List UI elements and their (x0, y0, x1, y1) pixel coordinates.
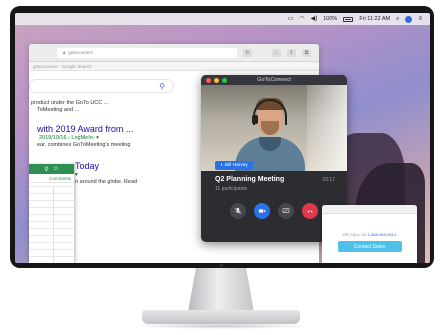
browser-toolbar: 🔒︎ gotoconnect ↻ ↓ ⇪ ⧉ (29, 44, 319, 62)
lock-icon: 🔒︎ (63, 50, 66, 55)
imac-display: ▭ ◠ ◀) 100% Fri 11:22 AM ⌕ ≡ 🔒︎ gotoconn… (0, 0, 442, 335)
airplay-icon[interactable]: ▭ (288, 16, 294, 22)
user-avatar[interactable] (405, 15, 413, 23)
video-background-window (307, 85, 347, 171)
sales-phone-link[interactable]: 1-888-646-0014 (368, 232, 396, 237)
monitor-stand-base (142, 310, 300, 324)
participant-count[interactable]: 11 participants (215, 186, 247, 192)
macos-menubar: ▭ ◠ ◀) 100% Fri 11:22 AM ⌕ ≡ (15, 13, 430, 25)
search-icon[interactable]: ⚲ (44, 166, 48, 173)
menubar-clock[interactable]: Fri 11:22 AM (359, 16, 390, 22)
stand-shadow (130, 323, 312, 329)
call-titlebar: GoToConnect (201, 75, 347, 85)
user-circle-icon[interactable]: ☺ (53, 166, 59, 172)
call-duration: 03:17 (322, 177, 335, 183)
headset-icon (253, 99, 287, 125)
share-icon[interactable]: ⇪ (287, 48, 296, 57)
wifi-icon[interactable]: ◠ (299, 16, 304, 22)
monitor-camera (220, 264, 223, 267)
address-bar[interactable]: 🔒︎ gotoconnect (57, 47, 237, 58)
battery-icon[interactable] (343, 16, 354, 22)
tabs-icon[interactable]: ⧉ (302, 48, 311, 57)
video-camera-icon[interactable] (254, 203, 270, 219)
call-window-title: GoToConnect (257, 77, 291, 83)
meeting-title: Q2 Planning Meeting (215, 176, 285, 183)
address-text: gotoconnect (68, 50, 93, 55)
speaker-name-badge: ◖ Bill Harvey (215, 161, 253, 170)
mic-off-icon[interactable] (230, 203, 246, 219)
notification-center-icon[interactable]: ≡ (418, 16, 422, 22)
calendar-grid (29, 186, 74, 263)
video-feed (201, 85, 347, 171)
speaker-name: Bill Harvey (224, 163, 248, 168)
microphone-icon: ◖ (220, 163, 223, 168)
google-search-input[interactable]: ⚲ (29, 79, 174, 93)
monitor-stand-neck (188, 268, 254, 312)
battery-percent: 100% (323, 16, 338, 22)
comments-tab[interactable]: Comments (29, 174, 74, 183)
calendar-column-divider (53, 186, 54, 263)
tab-title: gotoconnect - Google Search (33, 63, 92, 69)
search-icon[interactable]: ⚲ (159, 82, 165, 91)
screen-share-icon[interactable] (278, 203, 294, 219)
calendar-window: ⚲ ☺ Comments (29, 164, 75, 263)
contact-sales-panel: OR CALL US 1-888-646-0014 Contact Sales (322, 205, 417, 263)
call-us-line: OR CALL US 1-888-646-0014 (322, 232, 417, 237)
panel-toolbar (322, 205, 417, 214)
headset-earpiece (252, 115, 258, 124)
browser-tab[interactable]: gotoconnect - Google Search (29, 62, 319, 71)
calendar-toolbar: ⚲ ☺ (29, 164, 74, 174)
contact-sales-button[interactable]: Contact Sales (337, 241, 402, 252)
call-us-label: OR CALL US (342, 232, 367, 237)
reload-icon[interactable]: ↻ (243, 48, 252, 57)
volume-icon[interactable]: ◀) (311, 16, 318, 22)
end-call-icon[interactable] (302, 203, 318, 219)
download-icon[interactable]: ↓ (272, 48, 281, 57)
desktop-screen: ▭ ◠ ◀) 100% Fri 11:22 AM ⌕ ≡ 🔒︎ gotoconn… (15, 13, 430, 263)
spotlight-search-icon[interactable]: ⌕ (396, 16, 399, 22)
